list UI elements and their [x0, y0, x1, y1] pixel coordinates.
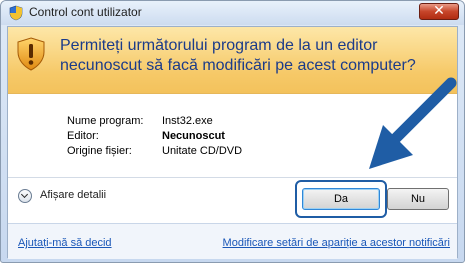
- uac-shield-icon: [9, 5, 23, 21]
- info-label: Nume program:: [67, 115, 144, 127]
- no-button[interactable]: Nu: [387, 188, 449, 210]
- info-value: Unitate CD/DVD: [162, 145, 243, 157]
- close-icon: ✕: [433, 3, 445, 19]
- uac-dialog: Control cont utilizator ✕ Permiteți urmă…: [0, 0, 465, 263]
- info-row-program: Nume program: Inst32.exe: [67, 115, 242, 130]
- title-bar: Control cont utilizator ✕: [1, 1, 464, 25]
- show-details-label[interactable]: Afișare detalii: [40, 189, 106, 201]
- warning-line-2: necunoscut să facă modificări pe acest c…: [60, 57, 416, 74]
- chevron-down-icon[interactable]: [18, 189, 32, 203]
- close-button[interactable]: ✕: [419, 3, 459, 20]
- info-label: Editor:: [67, 130, 99, 142]
- pointer-arrow-icon: [369, 77, 457, 169]
- info-label: Origine fișier:: [67, 145, 132, 157]
- notification-settings-link[interactable]: Modificare setări de apariție a acestor …: [223, 237, 450, 249]
- warning-question: Permiteți următorului program de la un e…: [60, 36, 450, 76]
- info-value: Inst32.exe: [162, 115, 213, 127]
- dialog-body: Permiteți următorului program de la un e…: [7, 26, 458, 259]
- window-title: Control cont utilizator: [29, 5, 142, 19]
- warning-line-1: Permiteți următorului program de la un e…: [60, 37, 378, 54]
- info-row-origin: Origine fișier: Unitate CD/DVD: [67, 145, 242, 160]
- yes-button[interactable]: Da: [302, 188, 380, 210]
- info-value: Necunoscut: [162, 130, 225, 142]
- program-info: Nume program: Inst32.exe Editor: Necunoscu…: [67, 115, 242, 160]
- shield-warning-icon: [17, 37, 45, 71]
- info-row-publisher: Editor: Necunoscut: [67, 130, 242, 145]
- help-link[interactable]: Ajutați-mă să decid: [18, 237, 112, 249]
